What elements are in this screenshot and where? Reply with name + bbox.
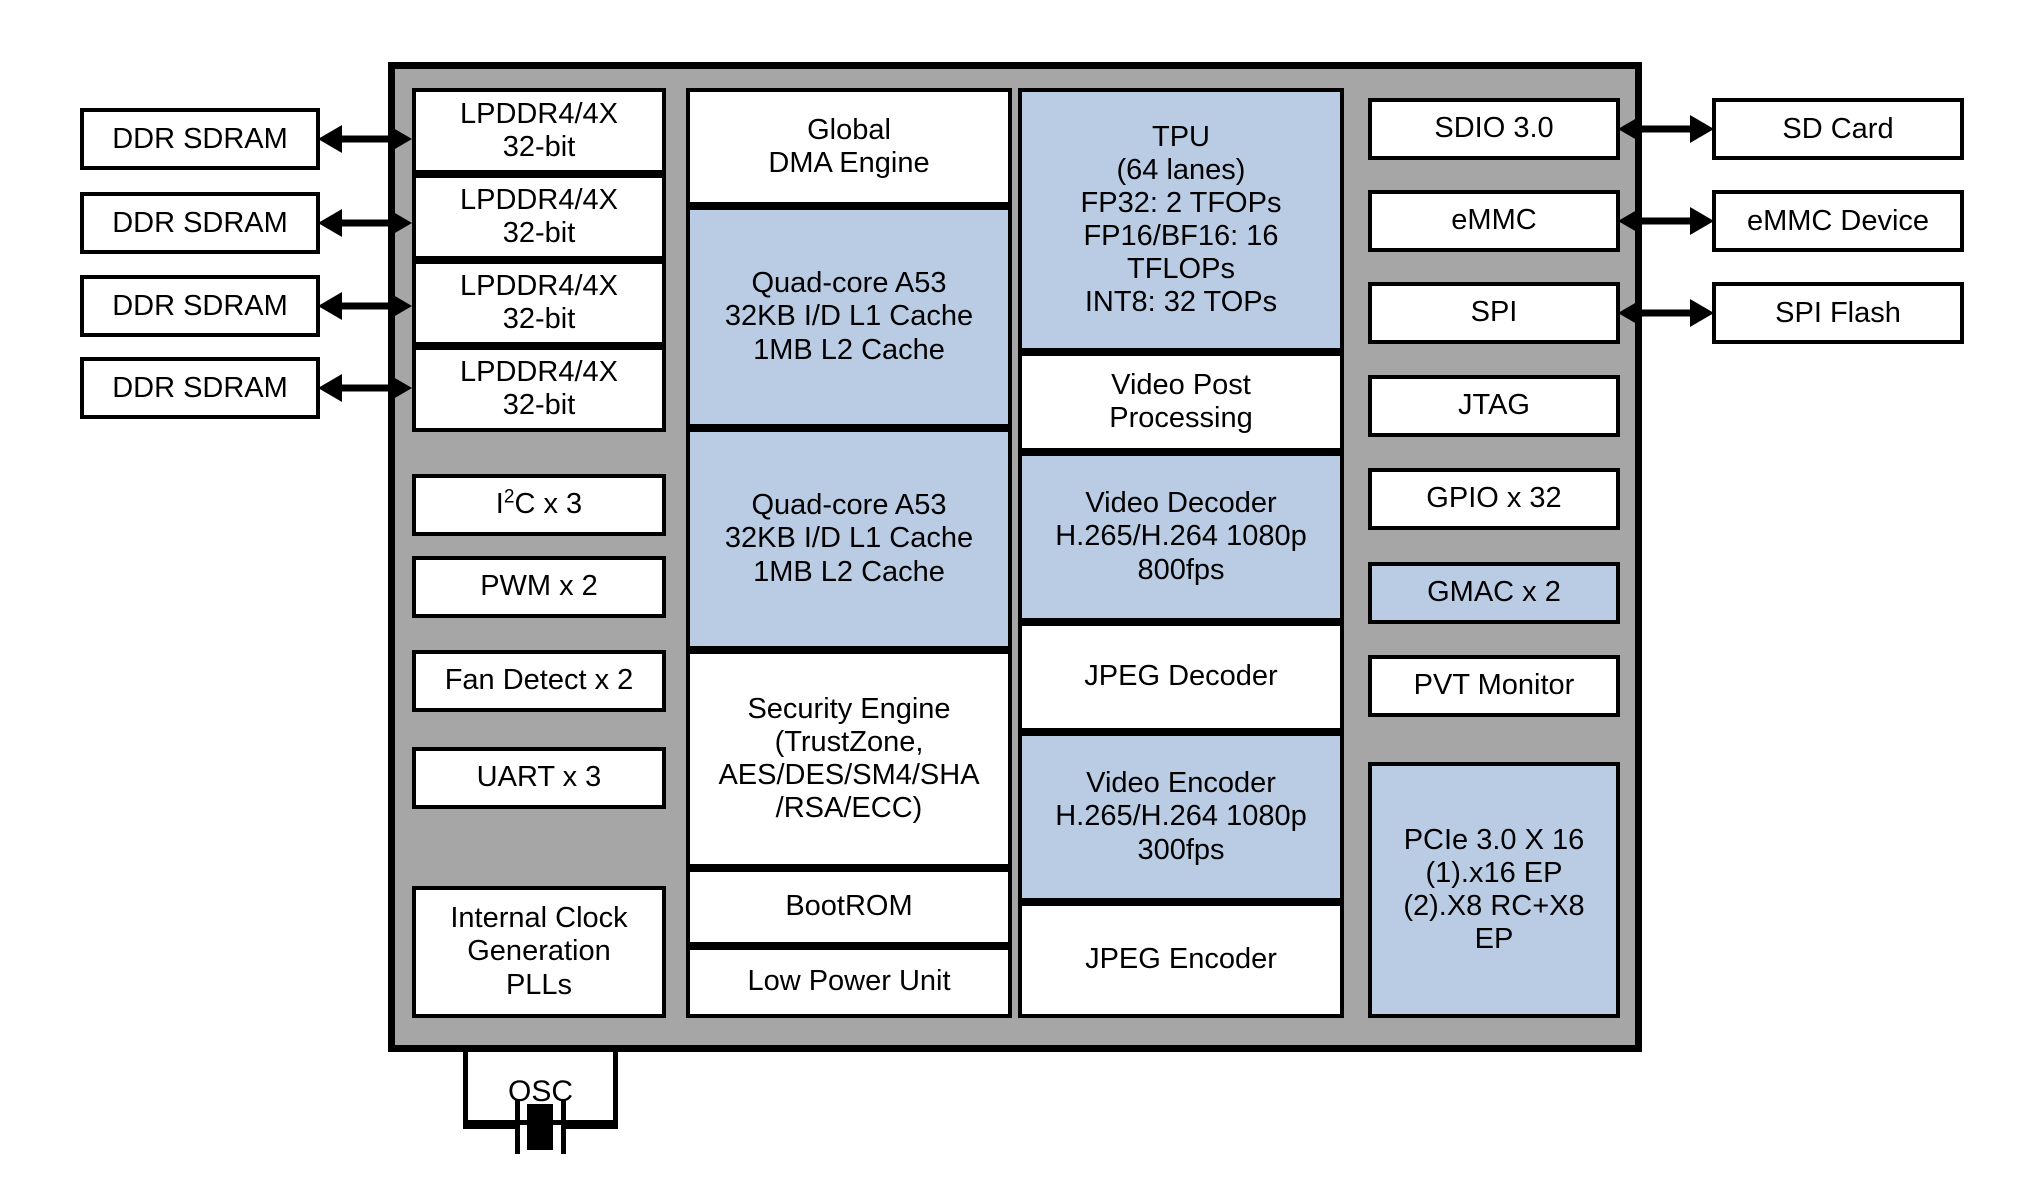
block-lpddr4-2: LPDDR4/4X 32-bit (412, 174, 666, 260)
block-label: Video Encoder H.265/H.264 1080p 300fps (1055, 767, 1307, 866)
block-video-decoder: Video Decoder H.265/H.264 1080p 800fps (1018, 452, 1344, 622)
block-label: Fan Detect x 2 (444, 664, 634, 697)
block-label: TPU (64 lanes) FP32: 2 TFOPs FP16/BF16: … (1080, 120, 1282, 319)
block-spi: SPI (1368, 282, 1620, 344)
block-lpddr4-1: LPDDR4/4X 32-bit (412, 88, 666, 174)
soc-block-diagram: DDR SDRAM DDR SDRAM DDR SDRAM DDR SDRAM (0, 0, 2036, 1178)
block-cpu-cluster-2: Quad-core A53 32KB I/D L1 Cache 1MB L2 C… (686, 428, 1012, 650)
external-label: DDR SDRAM (112, 371, 288, 404)
block-fan-detect: Fan Detect x 2 (412, 650, 666, 712)
block-label: LPDDR4/4X 32-bit (460, 97, 618, 163)
block-pwm: PWM x 2 (412, 556, 666, 618)
block-label: Quad-core A53 32KB I/D L1 Cache 1MB L2 C… (724, 489, 974, 588)
block-label: BootROM (785, 890, 913, 923)
block-tpu: TPU (64 lanes) FP32: 2 TFOPs FP16/BF16: … (1018, 88, 1344, 352)
block-label: GMAC x 2 (1427, 576, 1561, 609)
block-label: LPDDR4/4X 32-bit (460, 269, 618, 335)
external-label: eMMC Device (1746, 204, 1930, 237)
block-pvt-monitor: PVT Monitor (1368, 655, 1620, 717)
external-label: SPI Flash (1775, 296, 1901, 329)
arrow-ddr-4 (318, 371, 412, 405)
block-video-post-processing: Video Post Processing (1018, 352, 1344, 452)
block-label: SPI (1470, 296, 1518, 329)
block-lpddr4-4: LPDDR4/4X 32-bit (412, 346, 666, 432)
external-sd-card: SD Card (1712, 98, 1964, 160)
arrow-ddr-3 (318, 289, 412, 323)
block-label: PCIe 3.0 X 16 (1).x16 EP (2).X8 RC+X8 EP (1403, 823, 1585, 956)
block-jpeg-decoder: JPEG Decoder (1018, 622, 1344, 732)
block-cpu-cluster-1: Quad-core A53 32KB I/D L1 Cache 1MB L2 C… (686, 206, 1012, 428)
external-label: DDR SDRAM (112, 289, 288, 322)
block-label: LPDDR4/4X 32-bit (460, 183, 618, 249)
block-label: Low Power Unit (747, 965, 951, 998)
block-label: PVT Monitor (1413, 669, 1575, 702)
block-video-encoder: Video Encoder H.265/H.264 1080p 300fps (1018, 732, 1344, 902)
block-i2c: I2C x 3 (412, 474, 666, 536)
block-label: Video Post Processing (1109, 368, 1253, 434)
block-sdio: SDIO 3.0 (1368, 98, 1620, 160)
external-ddr-sdram-1: DDR SDRAM (80, 108, 320, 170)
block-security-engine: Security Engine (TrustZone, AES/DES/SM4/… (686, 650, 1012, 868)
arrow-ddr-1 (318, 122, 412, 156)
block-gmac: GMAC x 2 (1368, 562, 1620, 624)
block-label: PWM x 2 (480, 570, 598, 603)
block-global-dma-engine: Global DMA Engine (686, 88, 1012, 206)
block-internal-clock-generation-plls: Internal Clock Generation PLLs (412, 886, 666, 1018)
arrow-ddr-2 (318, 206, 412, 240)
block-label: LPDDR4/4X 32-bit (460, 355, 618, 421)
block-jpeg-encoder: JPEG Encoder (1018, 902, 1344, 1018)
block-label: SDIO 3.0 (1434, 112, 1554, 145)
arrow-spi (1618, 296, 1714, 330)
external-emmc-device: eMMC Device (1712, 190, 1964, 252)
block-emmc: eMMC (1368, 190, 1620, 252)
arrow-sdio (1618, 112, 1714, 146)
block-label: Video Decoder H.265/H.264 1080p 800fps (1055, 487, 1307, 586)
block-label: Global DMA Engine (768, 113, 930, 179)
block-label: JPEG Encoder (1085, 943, 1277, 976)
arrow-emmc (1618, 204, 1714, 238)
external-spi-flash: SPI Flash (1712, 282, 1964, 344)
block-gpio: GPIO x 32 (1368, 468, 1620, 530)
block-label: Quad-core A53 32KB I/D L1 Cache 1MB L2 C… (724, 267, 974, 366)
superscript-2: 2 (503, 486, 515, 508)
external-ddr-sdram-4: DDR SDRAM (80, 357, 320, 419)
block-bootrom: BootROM (686, 868, 1012, 946)
block-label: Internal Clock Generation PLLs (450, 902, 628, 1001)
block-label: Security Engine (TrustZone, AES/DES/SM4/… (718, 692, 980, 825)
external-label: DDR SDRAM (112, 206, 288, 239)
external-ddr-sdram-2: DDR SDRAM (80, 192, 320, 254)
external-label: SD Card (1782, 112, 1894, 145)
block-jtag: JTAG (1368, 375, 1620, 437)
block-label: UART x 3 (476, 761, 602, 794)
block-label: JPEG Decoder (1084, 660, 1278, 693)
block-label: eMMC (1451, 204, 1537, 237)
block-label: GPIO x 32 (1426, 482, 1562, 515)
crystal-icon (463, 1098, 618, 1158)
block-lpddr4-3: LPDDR4/4X 32-bit (412, 260, 666, 346)
block-pcie: PCIe 3.0 X 16 (1).x16 EP (2).X8 RC+X8 EP (1368, 762, 1620, 1018)
block-label: JTAG (1458, 389, 1530, 422)
block-uart: UART x 3 (412, 747, 666, 809)
block-label: I2C x 3 (495, 486, 583, 521)
external-label: DDR SDRAM (112, 122, 288, 155)
block-low-power-unit: Low Power Unit (686, 946, 1012, 1018)
external-ddr-sdram-3: DDR SDRAM (80, 275, 320, 337)
